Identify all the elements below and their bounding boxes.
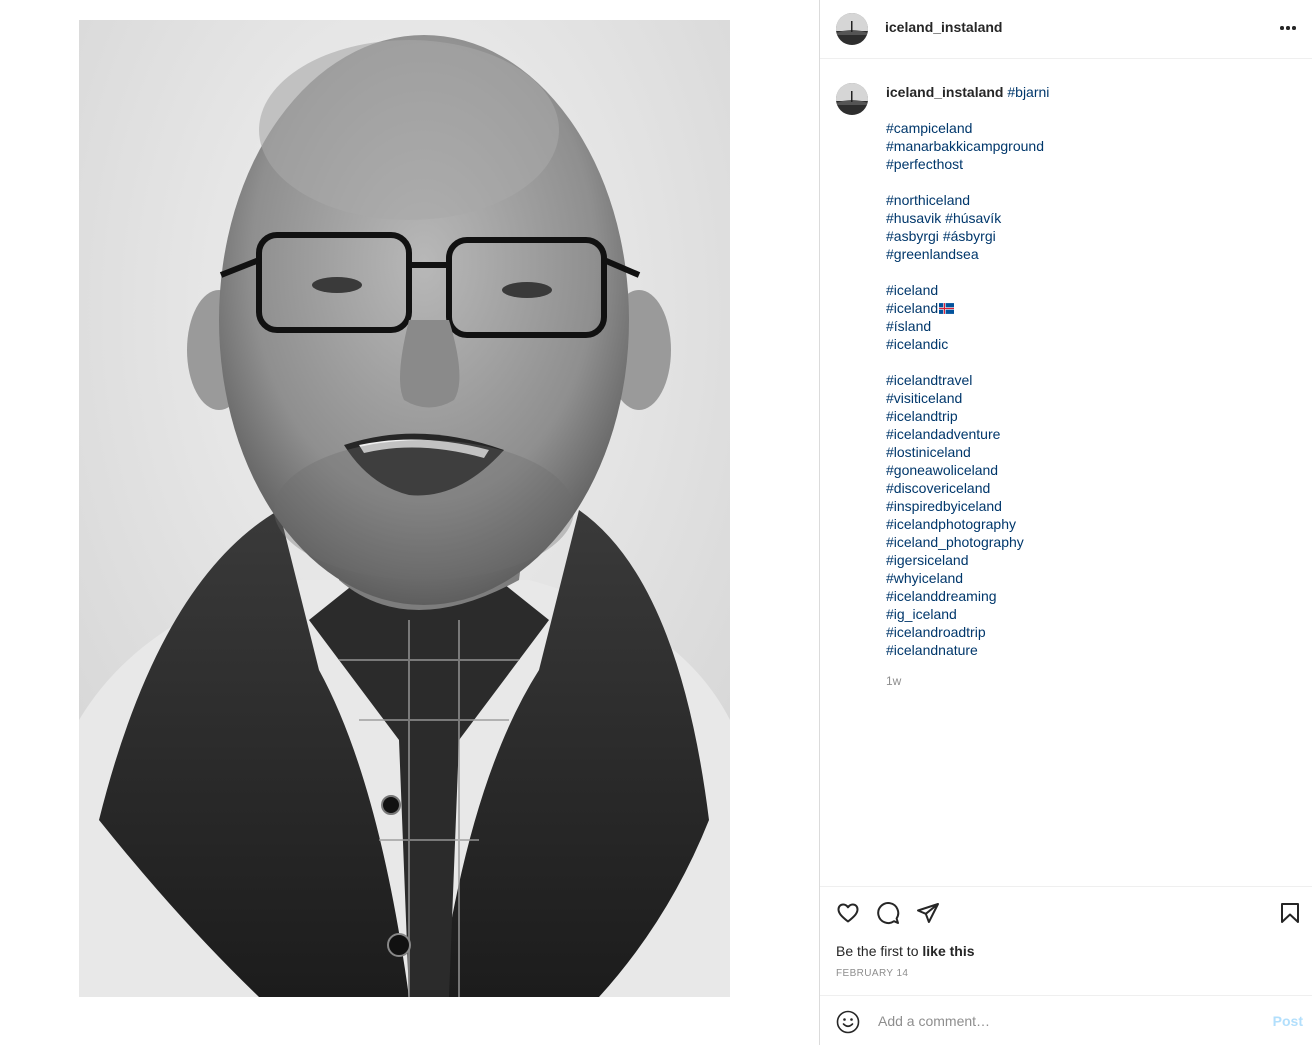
caption-line: #icelandphotography bbox=[886, 515, 1286, 533]
caption-avatar[interactable] bbox=[836, 83, 868, 115]
caption-line: #ig_iceland bbox=[886, 605, 1286, 623]
post-header: iceland_instaland bbox=[820, 0, 1312, 59]
caption-line: #manarbakkicampground bbox=[886, 137, 1286, 155]
caption-line: #campiceland bbox=[886, 119, 1286, 137]
caption-line: #inspiredbyiceland bbox=[886, 497, 1286, 515]
hashtag[interactable]: #campiceland bbox=[886, 120, 972, 136]
caption-line: #greenlandsea bbox=[886, 245, 1286, 263]
hashtag[interactable]: #icelandic bbox=[886, 336, 948, 352]
caption-line: #lostiniceland bbox=[886, 443, 1286, 461]
caption-username[interactable]: iceland_instaland bbox=[886, 84, 1003, 100]
caption-line: #icelandtrip bbox=[886, 407, 1286, 425]
hashtag[interactable]: #whyiceland bbox=[886, 570, 963, 586]
caption-line: #husavik #húsavík bbox=[886, 209, 1286, 227]
media-pane bbox=[0, 0, 819, 1045]
caption-line: #iceland bbox=[886, 281, 1286, 299]
hashtag[interactable]: #greenlandsea bbox=[886, 246, 979, 262]
hashtag[interactable]: #asbyrgi bbox=[886, 228, 939, 244]
share-icon bbox=[917, 903, 939, 923]
hashtag[interactable]: #discovericeland bbox=[886, 480, 990, 496]
hashtag[interactable]: #northiceland bbox=[886, 192, 970, 208]
hashtag[interactable]: #bjarni bbox=[1007, 84, 1049, 100]
hashtag[interactable]: #icelandadventure bbox=[886, 426, 1000, 442]
hashtag[interactable]: #visiticeland bbox=[886, 390, 962, 406]
avatar-image bbox=[836, 83, 868, 115]
hashtag[interactable]: #inspiredbyiceland bbox=[886, 498, 1002, 514]
smiley-icon bbox=[836, 1010, 860, 1034]
caption-line: #icelandtravel bbox=[886, 371, 1286, 389]
hashtag[interactable]: #icelanddreaming bbox=[886, 588, 997, 604]
caption-line: #icelandroadtrip bbox=[886, 623, 1286, 641]
header-username[interactable]: iceland_instaland bbox=[885, 19, 1002, 35]
hashtag[interactable]: #igersiceland bbox=[886, 552, 969, 568]
post-sidebar: iceland_instaland iceland_instaland #bja… bbox=[819, 0, 1312, 1045]
caption-line: #icelandnature bbox=[886, 641, 1286, 659]
hashtag[interactable]: #husavik bbox=[886, 210, 941, 226]
portrait-image bbox=[79, 20, 730, 997]
hashtag[interactable]: #ásbyrgi bbox=[943, 228, 996, 244]
more-dot-icon bbox=[1280, 26, 1284, 30]
comment-icon bbox=[877, 902, 900, 924]
hashtag[interactable]: #iceland bbox=[886, 300, 938, 316]
hashtag[interactable]: #lostiniceland bbox=[886, 444, 971, 460]
iceland-flag-icon bbox=[939, 303, 955, 314]
like-this-link[interactable]: like this bbox=[922, 943, 974, 959]
hashtag[interactable]: #goneawoliceland bbox=[886, 462, 998, 478]
likes-prefix: Be the first to bbox=[836, 943, 923, 959]
comment-button[interactable] bbox=[876, 901, 902, 927]
caption-line: #ísland bbox=[886, 317, 1286, 335]
caption-line: #goneawoliceland bbox=[886, 461, 1286, 479]
hashtag[interactable]: #icelandtravel bbox=[886, 372, 972, 388]
actions-area: Be the first to like this FEBRUARY 14 bbox=[820, 886, 1312, 995]
avatar-image bbox=[836, 13, 868, 45]
caption-line: #iceland_photography bbox=[886, 533, 1286, 551]
comment-bar: Post bbox=[820, 995, 1312, 1045]
hashtag-groups: #campiceland #manarbakkicampground #perfec… bbox=[886, 119, 1286, 659]
caption-area: iceland_instaland #bjarni #campiceland #m… bbox=[820, 60, 1312, 886]
hashtag[interactable]: #icelandnature bbox=[886, 642, 978, 658]
caption-line: #icelandic bbox=[886, 335, 1286, 353]
caption-line: #icelanddreaming bbox=[886, 587, 1286, 605]
hashtag[interactable]: #manarbakkicampground bbox=[886, 138, 1044, 154]
caption-line: #icelandadventure bbox=[886, 425, 1286, 443]
save-button[interactable] bbox=[1278, 901, 1304, 927]
bookmark-icon bbox=[1281, 903, 1299, 923]
hashtag[interactable]: #ísland bbox=[886, 318, 931, 334]
hashtag[interactable]: #iceland bbox=[886, 282, 938, 298]
likes-summary: Be the first to like this bbox=[836, 943, 975, 959]
more-options-button[interactable] bbox=[1276, 18, 1300, 38]
avatar[interactable] bbox=[836, 13, 868, 45]
hashtag[interactable]: #icelandtrip bbox=[886, 408, 958, 424]
caption-line: #visiticeland bbox=[886, 389, 1286, 407]
post-photo[interactable] bbox=[79, 20, 730, 997]
more-dot-icon bbox=[1286, 26, 1290, 30]
caption-line: #whyiceland bbox=[886, 569, 1286, 587]
caption-line: #discovericeland bbox=[886, 479, 1286, 497]
caption-text: iceland_instaland #bjarni #campiceland #m… bbox=[886, 83, 1286, 690]
hashtag[interactable]: #icelandphotography bbox=[886, 516, 1016, 532]
caption-line: #northiceland bbox=[886, 191, 1286, 209]
emoji-button[interactable] bbox=[836, 1010, 860, 1034]
share-button[interactable] bbox=[916, 901, 942, 927]
heart-icon bbox=[837, 903, 859, 923]
post-date[interactable]: FEBRUARY 14 bbox=[836, 968, 908, 979]
more-dot-icon bbox=[1292, 26, 1296, 30]
hashtag[interactable]: #perfecthost bbox=[886, 156, 963, 172]
hashtag[interactable]: #icelandroadtrip bbox=[886, 624, 986, 640]
like-button[interactable] bbox=[836, 901, 862, 927]
relative-timestamp[interactable]: 1w bbox=[886, 672, 1286, 690]
hashtag[interactable]: #iceland_photography bbox=[886, 534, 1024, 550]
hashtag[interactable]: #húsavík bbox=[945, 210, 1001, 226]
post-comment-button[interactable]: Post bbox=[1273, 1013, 1303, 1029]
comment-input[interactable] bbox=[876, 1009, 1240, 1033]
caption-line: #perfecthost bbox=[886, 155, 1286, 173]
caption-line: #asbyrgi #ásbyrgi bbox=[886, 227, 1286, 245]
caption-line: #igersiceland bbox=[886, 551, 1286, 569]
caption-line: #iceland bbox=[886, 299, 1286, 317]
hashtag[interactable]: #ig_iceland bbox=[886, 606, 957, 622]
